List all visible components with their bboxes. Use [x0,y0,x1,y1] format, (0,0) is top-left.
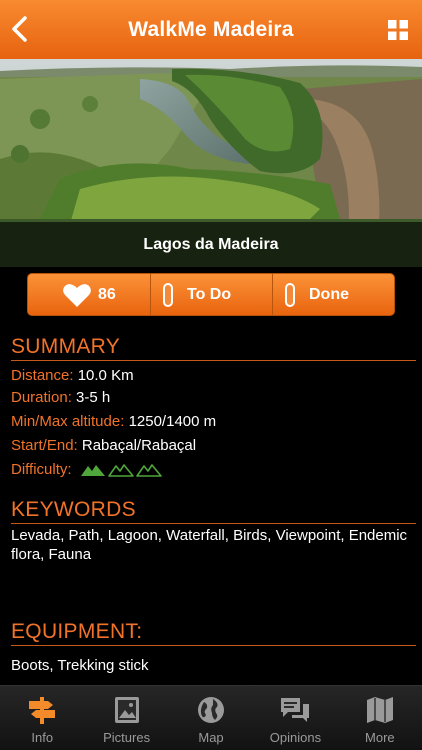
tab-pictures[interactable]: Pictures [84,686,168,750]
startend-row: Start/End: Rabaçal/Rabaçal [11,436,196,456]
toggle-pill-icon [163,282,173,307]
heart-icon [63,283,91,307]
summary-heading: SUMMARY [11,335,416,361]
chat-bubbles-icon [281,698,310,722]
page-title: WalkMe Madeira [128,17,294,41]
back-chevron-icon[interactable] [8,14,32,44]
tab-label: Info [31,730,54,745]
distance-value: 10.0 Km [77,367,134,384]
altitude-value: 1250/1400 m [128,413,217,430]
tab-info[interactable]: Info [0,686,84,750]
tab-map[interactable]: Map [169,686,253,750]
trail-photo[interactable]: Lagos da Madeira [0,59,422,267]
done-toggle-button[interactable]: Done [272,274,394,315]
folded-map-icon [366,697,393,723]
equipment-heading: EQUIPMENT: [11,620,416,646]
trail-name-caption: Lagos da Madeira [0,222,422,267]
startend-value: Rabaçal/Rabaçal [81,437,197,454]
tab-label: More [365,730,395,745]
tab-opinions[interactable]: Opinions [253,686,337,750]
equipment-text: Boots, Trekking stick [11,657,149,674]
tab-label: Map [198,730,224,745]
toggle-pill-icon [285,282,295,307]
mountain-icon [80,465,105,477]
startend-label: Start/End: [11,437,78,454]
keywords-text: Levada, Path, Lagoon, Waterfall, Birds, … [11,527,408,563]
todo-label: To Do [187,285,232,303]
tab-label: Opinions [269,730,322,745]
picture-icon [114,697,139,723]
tab-more[interactable]: More [338,686,422,750]
difficulty-rating [80,463,162,477]
duration-row: Duration: 3-5 h [11,388,110,408]
header-bar: WalkMe Madeira [0,0,422,59]
mountain-icon [135,464,162,477]
distance-row: Distance: 10.0 Km [11,366,134,386]
altitude-label: Min/Max altitude: [11,413,125,430]
done-label: Done [309,285,349,303]
signpost-icon [29,697,56,724]
difficulty-label: Difficulty: [11,461,72,478]
keywords-heading: KEYWORDS [11,498,416,524]
altitude-row: Min/Max altitude: 1250/1400 m [11,412,216,432]
difficulty-row: Difficulty: [11,460,162,480]
like-button[interactable]: 86 [28,274,150,315]
grid-menu-icon[interactable] [388,20,408,40]
duration-label: Duration: [11,389,72,406]
mountain-icon [107,464,134,477]
tab-bar: Info Pictures Map Opinions More [0,685,422,750]
globe-icon [198,697,225,723]
like-count: 86 [98,285,116,303]
duration-value: 3-5 h [76,389,111,406]
tab-label: Pictures [103,730,151,745]
action-bar: 86 To Do Done [27,273,395,316]
distance-label: Distance: [11,367,74,384]
todo-toggle-button[interactable]: To Do [150,274,272,315]
